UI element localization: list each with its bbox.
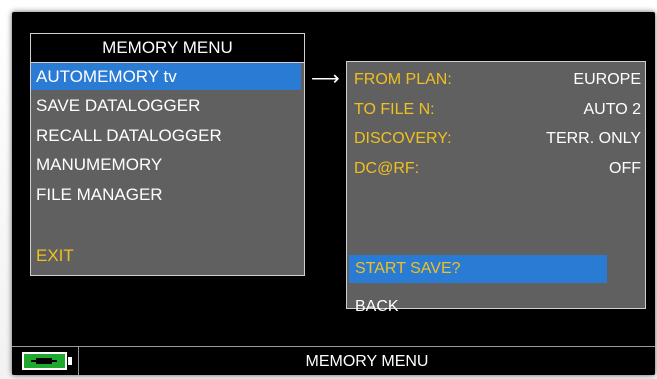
setting-from-plan[interactable]: FROM PLAN: EUROPE [354,66,641,94]
status-bar: MEMORY MENU [12,346,655,375]
right-arrow-icon: ⟶ [311,68,340,90]
setting-dc-rf[interactable]: DC@RF: OFF [354,155,641,183]
memory-menu-panel: MEMORY MENU AUTOMEMORY tv SAVE DATALOGGE… [30,33,305,276]
setting-to-file[interactable]: TO FILE N: AUTO 2 [354,96,641,124]
menu-item-file-manager[interactable]: FILE MANAGER [31,181,301,208]
setting-label: DC@RF: [354,160,420,177]
screen: MEMORY MENU AUTOMEMORY tv SAVE DATALOGGE… [12,12,655,375]
menu-item-save-datalogger[interactable]: SAVE DATALOGGER [31,92,301,119]
status-title: MEMORY MENU [305,353,429,370]
memory-menu-title: MEMORY MENU [31,34,304,63]
menu-item-recall-datalogger[interactable]: RECALL DATALOGGER [31,122,301,149]
battery-charging-icon [22,352,67,370]
setting-label: DISCOVERY: [354,130,452,147]
setting-value: AUTO 2 [583,101,642,118]
automemory-settings-panel: FROM PLAN: EUROPE TO FILE N: AUTO 2 DISC… [346,61,646,315]
back-button[interactable]: BACK [349,293,549,321]
menu-item-automemory-tv[interactable]: AUTOMEMORY tv [31,63,301,90]
setting-discovery[interactable]: DISCOVERY: TERR. ONLY [354,125,641,153]
menu-item-manumemory[interactable]: MANUMEMORY [31,151,301,178]
start-save-button[interactable]: START SAVE? [349,255,607,283]
setting-label: TO FILE N: [354,101,435,118]
plug-icon [31,358,57,364]
setting-value: EUROPE [573,71,641,88]
device-frame: MEMORY MENU AUTOMEMORY tv SAVE DATALOGGE… [0,0,657,379]
setting-value: OFF [609,160,641,177]
menu-item-exit[interactable]: EXIT [31,242,301,269]
battery-tip [68,357,72,365]
setting-label: FROM PLAN: [354,71,452,88]
setting-value: TERR. ONLY [546,130,641,147]
